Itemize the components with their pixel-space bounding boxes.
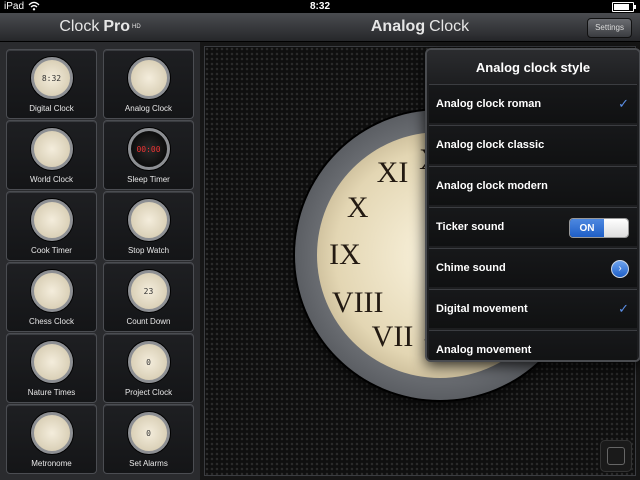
disclosure-icon[interactable]: › [611, 260, 629, 278]
sidebar-title-light: Clock [59, 18, 100, 35]
clock-numeral: VII [371, 320, 414, 354]
row-label: Analog clock classic [436, 139, 545, 151]
sidebar-title-bold: Pro [103, 18, 130, 35]
icon-dial [30, 412, 73, 454]
sidebar-item-project-clock[interactable]: 0 Project Clock [103, 333, 194, 403]
main-title-bold: Analog [370, 18, 426, 35]
sidebar-item-label: Set Alarms [129, 459, 168, 468]
popover-row-analog-clock-roman[interactable]: Analog clock roman ✓ [429, 84, 637, 123]
sidebar-item-world-clock[interactable]: World Clock [6, 120, 97, 190]
icon-dial [30, 270, 73, 312]
popover-row-analog-clock-classic[interactable]: Analog clock classic [429, 125, 637, 164]
sidebar-item-stop-watch[interactable]: Stop Watch [103, 191, 194, 261]
popover-rows: Analog clock roman ✓ Analog clock classic A… [427, 84, 639, 360]
clock-numeral: VIII [331, 285, 384, 319]
popover-row-analog-clock-modern[interactable]: Analog clock modern [429, 166, 637, 205]
icon-dial: 0 [127, 412, 170, 454]
icon-dial: 00:00 [127, 128, 170, 170]
icon-dial: 0 [127, 341, 170, 383]
countdown-icon: 23 [127, 270, 170, 312]
icon-dial [30, 128, 73, 170]
sidebar-item-analog-clock[interactable]: Analog Clock [103, 49, 194, 119]
alarm-icon: 0 [127, 412, 170, 454]
popover-row-digital-movement[interactable]: Digital movement ✓ [429, 289, 637, 328]
sidebar-item-cook-timer[interactable]: Cook Timer [6, 191, 97, 261]
sidebar-item-label: Analog Clock [124, 104, 173, 113]
sidebar-item-digital-clock[interactable]: 8:32 Digital Clock [6, 49, 97, 119]
sidebar-item-label: World Clock [30, 175, 73, 184]
toggle-knob [604, 219, 628, 237]
sidebar-item-set-alarms[interactable]: 0 Set Alarms [103, 404, 194, 474]
popover-row-analog-movement[interactable]: Analog movement [429, 330, 637, 360]
sidebar-item-label: Chess Clock [29, 317, 74, 326]
fullscreen-button[interactable] [600, 440, 632, 472]
sidebar-item-label: Stop Watch [127, 246, 170, 255]
status-time: 8:32 [309, 1, 330, 12]
main-header: Analog Clock Settings [200, 13, 640, 42]
battery-fill [614, 4, 630, 10]
popover-title: Analog clock style [427, 50, 639, 84]
clock-style-popover: Analog clock style Analog clock roman ✓ An… [425, 48, 640, 362]
analog-clock-icon [127, 57, 170, 99]
sleep-timer-icon: 00:00 [127, 128, 170, 170]
popover-row-ticker-sound[interactable]: Ticker sound ON [429, 207, 637, 246]
battery-icon [612, 2, 636, 12]
digital-clock-icon: 8:32 [30, 57, 73, 99]
checkmark-icon: ✓ [618, 96, 629, 111]
settings-button[interactable]: Settings [587, 18, 632, 38]
sidebar-item-sleep-timer[interactable]: 00:00 Sleep Timer [103, 120, 194, 190]
cook-timer-icon [30, 199, 73, 241]
sidebar-item-nature-times[interactable]: Nature Times [6, 333, 97, 403]
sidebar-item-chess-clock[interactable]: Chess Clock [6, 262, 97, 332]
toggle-on-label: ON [570, 219, 604, 237]
tool-grid: 8:32 Digital Clock Analog Clock World Clock… [6, 49, 194, 475]
sidebar-item-label: Sleep Timer [127, 175, 170, 184]
row-label: Analog clock roman [436, 98, 542, 110]
globe-icon [30, 128, 73, 170]
icon-dial [30, 341, 73, 383]
sidebar-item-label: Nature Times [27, 388, 76, 397]
icon-dial: 8:32 [30, 57, 73, 99]
nature-times-icon [30, 341, 73, 383]
row-label: Digital movement [436, 303, 528, 315]
sidebar-item-label: Project Clock [124, 388, 173, 397]
checkmark-icon: ✓ [618, 301, 629, 316]
icon-dial [30, 199, 73, 241]
sidebar: Clock Pro HD 8:32 Digital Clock Analog Clo… [0, 13, 200, 480]
sidebar-item-label: Digital Clock [29, 104, 74, 113]
row-label: Ticker sound [436, 221, 505, 233]
icon-dial [127, 199, 170, 241]
sidebar-item-label: Metronome [31, 459, 72, 468]
ticker-sound-toggle[interactable]: ON [569, 218, 629, 238]
sidebar-item-count-down[interactable]: 23 Count Down [103, 262, 194, 332]
sidebar-title-sup: HD [132, 24, 141, 30]
sidebar-item-metronome[interactable]: Metronome [6, 404, 97, 474]
sidebar-item-label: Cook Timer [31, 246, 72, 255]
clock-numeral: X [346, 190, 369, 224]
main-title-light: Clock [429, 18, 470, 35]
row-label: Analog movement [436, 344, 532, 356]
clock-numeral: XI [376, 155, 409, 189]
icon-dial [127, 57, 170, 99]
chess-clock-icon [30, 270, 73, 312]
row-label: Chime sound [436, 262, 506, 274]
sidebar-title: Clock Pro HD [0, 13, 200, 42]
stopwatch-icon [127, 199, 170, 241]
project-clock-icon: 0 [127, 341, 170, 383]
sidebar-item-label: Count Down [126, 317, 171, 326]
status-bar: iPad 8:32 [0, 0, 640, 13]
icon-dial: 23 [127, 270, 170, 312]
clock-numeral: IX [329, 238, 361, 271]
row-label: Analog clock modern [436, 180, 548, 192]
metronome-icon [30, 412, 73, 454]
popover-row-chime-sound[interactable]: Chime sound › [429, 248, 637, 287]
